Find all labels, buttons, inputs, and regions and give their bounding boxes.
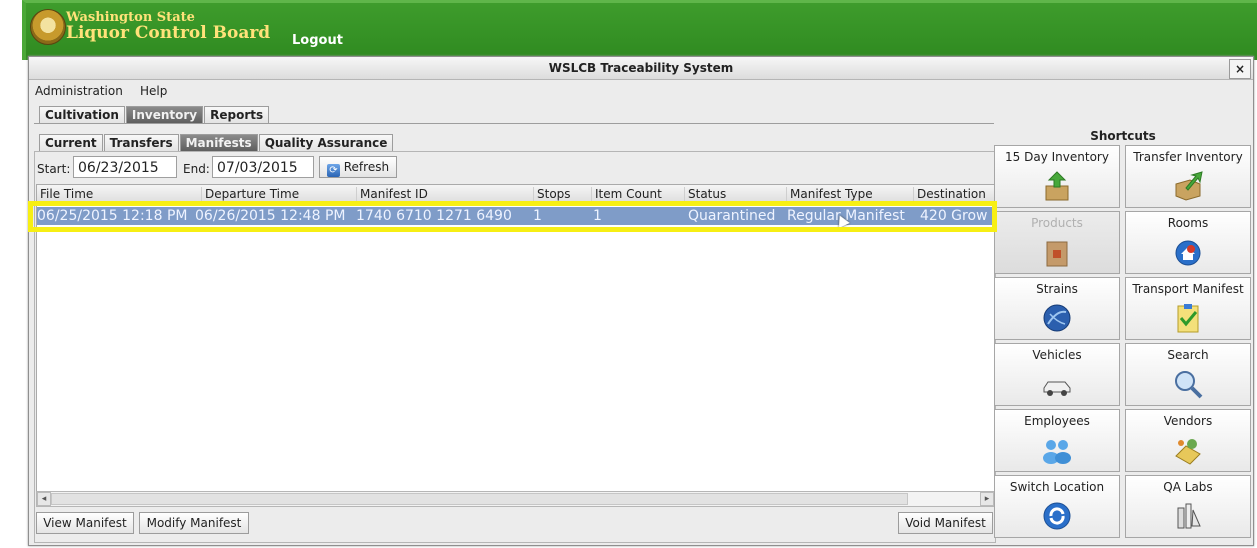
main-tabs: Cultivation Inventory Reports: [39, 106, 270, 124]
menu-help[interactable]: Help: [140, 84, 167, 98]
traceability-window: WSLCB Traceability System × Administrati…: [28, 56, 1254, 546]
shortcut-transfer-inventory[interactable]: Transfer Inventory: [1125, 145, 1251, 208]
shortcut-label: Employees: [1024, 414, 1090, 428]
col-manifest-id[interactable]: Manifest ID: [356, 187, 428, 201]
shortcut-rooms[interactable]: Rooms: [1125, 211, 1251, 274]
shortcut-search[interactable]: Search: [1125, 343, 1251, 406]
shortcut-label: Rooms: [1167, 216, 1209, 230]
table-header: File Time Departure Time Manifest ID Sto…: [37, 185, 994, 202]
shortcut-strains[interactable]: Strains: [994, 277, 1120, 340]
shortcut-label: Products: [1031, 216, 1083, 230]
sub-tabs: Current Transfers Manifests Quality Assu…: [39, 134, 394, 152]
clipboard-icon: [1172, 302, 1204, 334]
shortcut-label: Vendors: [1163, 414, 1213, 428]
app-header: Washington State Liquor Control Board Lo…: [22, 0, 1257, 60]
vendors-icon: [1172, 434, 1204, 466]
menu-administration[interactable]: Administration: [35, 84, 123, 98]
refresh-label: Refresh: [343, 160, 390, 174]
shortcut-label: QA Labs: [1163, 480, 1213, 494]
shortcut-label: 15 Day Inventory: [1005, 150, 1109, 164]
rooms-icon: [1172, 236, 1204, 268]
car-icon: [1041, 368, 1073, 400]
col-file-time[interactable]: File Time: [37, 187, 93, 201]
products-box-icon: [1041, 236, 1073, 268]
view-manifest-button[interactable]: View Manifest: [36, 512, 134, 534]
shortcut-label: Transport Manifest: [1132, 282, 1244, 296]
modify-manifest-button[interactable]: Modify Manifest: [139, 512, 249, 534]
shortcut-qa-labs[interactable]: QA Labs: [1125, 475, 1251, 538]
inventory-box-icon: [1041, 170, 1073, 202]
magnifier-icon: [1172, 368, 1204, 400]
col-destination[interactable]: Destination: [913, 187, 986, 201]
shortcut-15-day-inventory[interactable]: 15 Day Inventory: [994, 145, 1120, 208]
lab-icon: [1172, 500, 1204, 532]
scrollbar-thumb[interactable]: [51, 493, 908, 505]
logout-link[interactable]: Logout: [292, 33, 343, 48]
shortcut-transport-manifest[interactable]: Transport Manifest: [1125, 277, 1251, 340]
transfer-box-icon: [1172, 170, 1204, 202]
refresh-button[interactable]: ⟳ Refresh: [319, 156, 397, 178]
tab-manifests[interactable]: Manifests: [179, 134, 258, 152]
start-date-field[interactable]: 06/23/2015: [73, 156, 177, 178]
shortcut-products[interactable]: Products: [994, 211, 1120, 274]
window-titlebar: WSLCB Traceability System ×: [29, 57, 1253, 80]
start-label: Start:: [37, 162, 71, 176]
col-stops[interactable]: Stops: [533, 187, 571, 201]
brand-line2: Liquor Control Board: [66, 23, 271, 43]
shortcut-vendors[interactable]: Vendors: [1125, 409, 1251, 472]
end-date-field[interactable]: 07/03/2015: [212, 156, 314, 178]
scroll-right-icon[interactable]: ▸: [980, 492, 994, 506]
window-title: WSLCB Traceability System: [548, 61, 734, 75]
shortcut-label: Switch Location: [1009, 480, 1105, 494]
people-icon: [1041, 434, 1073, 466]
col-item-count[interactable]: Item Count: [591, 187, 662, 201]
end-label: End:: [183, 162, 210, 176]
row-highlight-box: [28, 201, 997, 232]
refresh-icon: ⟳: [326, 164, 340, 177]
col-status[interactable]: Status: [684, 187, 726, 201]
shortcuts-panel: Shortcuts 15 Day Inventory Transfer Inve…: [994, 127, 1252, 543]
shortcut-label: Search: [1167, 348, 1209, 362]
col-departure-time[interactable]: Departure Time: [201, 187, 299, 201]
tab-inventory[interactable]: Inventory: [125, 106, 204, 124]
tab-reports[interactable]: Reports: [204, 106, 270, 124]
shortcut-label: Vehicles: [1032, 348, 1082, 362]
void-manifest-button[interactable]: Void Manifest: [898, 512, 993, 534]
horizontal-scrollbar[interactable]: ◂ ▸: [36, 491, 995, 507]
shortcut-switch-location[interactable]: Switch Location: [994, 475, 1120, 538]
shortcut-label: Transfer Inventory: [1133, 150, 1243, 164]
switch-location-icon: [1041, 500, 1073, 532]
shortcuts-title: Shortcuts: [1090, 129, 1156, 143]
tab-quality-assurance[interactable]: Quality Assurance: [258, 134, 394, 152]
tab-current[interactable]: Current: [39, 134, 103, 152]
state-seal-icon: [30, 9, 66, 45]
menu-bar: Administration Help: [29, 81, 1253, 99]
tab-cultivation[interactable]: Cultivation: [39, 106, 125, 124]
shortcut-vehicles[interactable]: Vehicles: [994, 343, 1120, 406]
scroll-left-icon[interactable]: ◂: [37, 492, 51, 506]
col-manifest-type[interactable]: Manifest Type: [786, 187, 873, 201]
strains-globe-icon: [1041, 302, 1073, 334]
close-button[interactable]: ×: [1229, 59, 1251, 79]
tab-transfers[interactable]: Transfers: [103, 134, 179, 152]
shortcut-label: Strains: [1036, 282, 1078, 296]
shortcut-employees[interactable]: Employees: [994, 409, 1120, 472]
tabs-divider: [34, 123, 994, 124]
